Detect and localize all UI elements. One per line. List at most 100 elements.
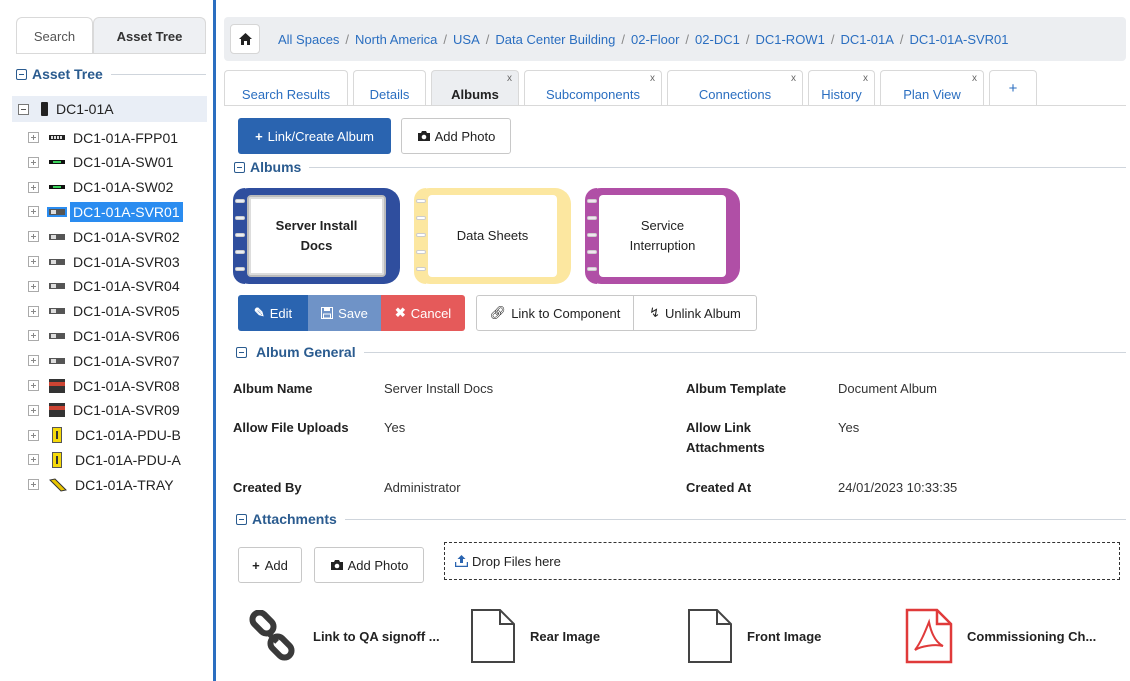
- tree-item[interactable]: DC1-01A-SVR04: [28, 275, 183, 298]
- allow-link-attachments-label-line2: Attachments: [686, 440, 765, 455]
- album-service-interruption[interactable]: Service Interruption: [585, 188, 740, 284]
- tree-item-label: DC1-01A-SVR04: [73, 278, 180, 295]
- collapse-icon[interactable]: [236, 513, 247, 525]
- save-button[interactable]: Save: [308, 295, 381, 331]
- expand-toggle-icon[interactable]: [28, 256, 39, 267]
- expand-toggle-icon[interactable]: [28, 231, 39, 243]
- expand-toggle-icon[interactable]: [28, 479, 39, 491]
- attachment-item-front-image[interactable]: Front Image: [687, 605, 821, 667]
- tree-item[interactable]: DC1-01A-SVR09: [28, 399, 183, 422]
- album-ring: [587, 233, 597, 237]
- album-data-sheets[interactable]: Data Sheets: [414, 188, 571, 284]
- breadcrumb-link[interactable]: DC1-01A-SVR01: [910, 32, 1009, 47]
- attachment-item-commissioning[interactable]: Commissioning Ch...: [905, 605, 1096, 667]
- tree-item[interactable]: DC1-01A-SVR06: [28, 324, 183, 347]
- asset-tree-section-header[interactable]: Asset Tree: [16, 66, 206, 82]
- tab-close-icon[interactable]: x: [507, 73, 512, 84]
- collapse-icon[interactable]: [16, 68, 27, 80]
- attachment-item-rear-image[interactable]: Rear Image: [470, 605, 600, 667]
- breadcrumb-separator: /: [745, 31, 750, 47]
- expand-toggle-icon[interactable]: [28, 454, 39, 466]
- tree-item[interactable]: DC1-01A-SW02: [28, 176, 176, 199]
- add-photo-button[interactable]: Add Photo: [401, 118, 511, 154]
- expand-toggle-icon[interactable]: [28, 355, 39, 367]
- breadcrumb-link[interactable]: All Spaces: [278, 32, 339, 47]
- tab-connections[interactable]: Connections x: [667, 70, 803, 106]
- edit-button[interactable]: ✎ Edit: [238, 295, 308, 331]
- expand-toggle-icon[interactable]: [28, 156, 39, 168]
- tab-asset-tree[interactable]: Asset Tree: [93, 17, 206, 54]
- breadcrumb-link[interactable]: 02-Floor: [631, 32, 679, 47]
- tab-subcomponents[interactable]: Subcomponents x: [524, 70, 662, 106]
- tree-item[interactable]: DC1-01A-SVR08: [28, 374, 183, 397]
- tab-close-icon[interactable]: x: [972, 73, 977, 84]
- link-icon: 🔗︎: [489, 305, 507, 320]
- album-server-install-docs[interactable]: Server Install Docs: [233, 188, 400, 284]
- attachments-section-header[interactable]: Attachments: [236, 511, 1126, 527]
- tab-search-results[interactable]: Search Results: [224, 70, 348, 106]
- unlink-icon: ↯: [649, 305, 661, 320]
- tree-item-label: DC1-01A-SVR08: [73, 377, 180, 394]
- attachment-add-photo-button[interactable]: Add Photo: [314, 547, 424, 583]
- server-icon: [49, 357, 65, 364]
- collapse-icon[interactable]: [236, 346, 247, 358]
- album-cover: Server Install Docs: [247, 195, 386, 277]
- tree-root[interactable]: DC1-01A: [12, 96, 207, 122]
- breadcrumb-link[interactable]: DC1-01A: [840, 32, 893, 47]
- cancel-button[interactable]: ✖ Cancel: [381, 295, 465, 331]
- expand-toggle-icon[interactable]: [28, 280, 39, 292]
- link-to-component-button[interactable]: 🔗︎ Link to Component: [476, 295, 634, 331]
- tab-close-icon[interactable]: x: [791, 73, 796, 84]
- expand-toggle-icon[interactable]: [28, 305, 39, 317]
- collapse-icon[interactable]: [234, 161, 245, 173]
- attachment-item-link[interactable]: Link to QA signoff ...: [247, 605, 440, 667]
- tab-search[interactable]: Search: [16, 17, 93, 54]
- album-general-section-header[interactable]: Album General: [236, 344, 1126, 360]
- album-cover: Service Interruption: [599, 195, 726, 277]
- tree-item[interactable]: DC1-01A-TRAY: [28, 473, 177, 496]
- albums-section-header[interactable]: Albums: [234, 159, 1126, 175]
- tab-history[interactable]: History x: [808, 70, 875, 106]
- expand-toggle-icon[interactable]: [28, 404, 39, 416]
- drop-files-zone[interactable]: Drop Files here: [444, 542, 1120, 580]
- breadcrumb-link[interactable]: North America: [355, 32, 437, 47]
- home-button[interactable]: [230, 24, 260, 54]
- panel-divider[interactable]: [213, 0, 216, 681]
- tree-item[interactable]: DC1-01A-SW01: [28, 151, 176, 174]
- tree-item[interactable]: DC1-01A-SVR01: [28, 200, 183, 223]
- tree-item[interactable]: DC1-01A-SVR03: [28, 250, 183, 273]
- expand-toggle-icon[interactable]: [28, 330, 39, 342]
- camera-icon: [417, 131, 430, 141]
- breadcrumb-link[interactable]: USA: [453, 32, 480, 47]
- tab-close-icon[interactable]: x: [650, 73, 655, 84]
- allow-file-uploads-value: Yes: [384, 420, 406, 435]
- tab-add[interactable]: +: [989, 70, 1037, 106]
- tab-albums[interactable]: Albums x: [431, 70, 519, 106]
- unlink-album-button[interactable]: ↯ Unlink Album: [633, 295, 757, 331]
- expand-toggle-icon[interactable]: [28, 132, 39, 143]
- tree-item[interactable]: DC1-01A-SVR07: [28, 349, 183, 372]
- breadcrumb-link[interactable]: 02-DC1: [695, 32, 740, 47]
- breadcrumb-link[interactable]: DC1-ROW1: [755, 32, 824, 47]
- album-name-label: Album Name: [233, 381, 313, 396]
- tree-item[interactable]: DC1-01A-SVR02: [28, 225, 183, 248]
- expand-toggle-icon[interactable]: [28, 206, 39, 218]
- tree-item[interactable]: DC1-01A-SVR05: [28, 300, 183, 323]
- tree-item[interactable]: DC1-01A-PDU-A: [28, 448, 184, 471]
- album-template-value: Document Album: [838, 381, 937, 396]
- tab-close-icon[interactable]: x: [863, 73, 868, 84]
- tree-item[interactable]: DC1-01A-FPP01: [28, 126, 181, 149]
- tree-item[interactable]: DC1-01A-PDU-B: [28, 424, 184, 447]
- expand-toggle-icon[interactable]: [28, 181, 39, 193]
- expand-toggle-icon[interactable]: [28, 380, 39, 391]
- tab-details[interactable]: Details: [353, 70, 426, 106]
- collapse-toggle-icon[interactable]: [18, 103, 29, 115]
- add-attachment-button[interactable]: + Add: [238, 547, 302, 583]
- tab-label: +: [1008, 80, 1018, 97]
- tab-label: Connections: [698, 87, 772, 102]
- link-create-album-button[interactable]: + Link/Create Album: [238, 118, 391, 154]
- expand-toggle-icon[interactable]: [28, 429, 39, 441]
- breadcrumb-link[interactable]: Data Center Building: [495, 32, 615, 47]
- tab-label: History: [821, 87, 862, 102]
- tab-plan-view[interactable]: Plan View x: [880, 70, 984, 106]
